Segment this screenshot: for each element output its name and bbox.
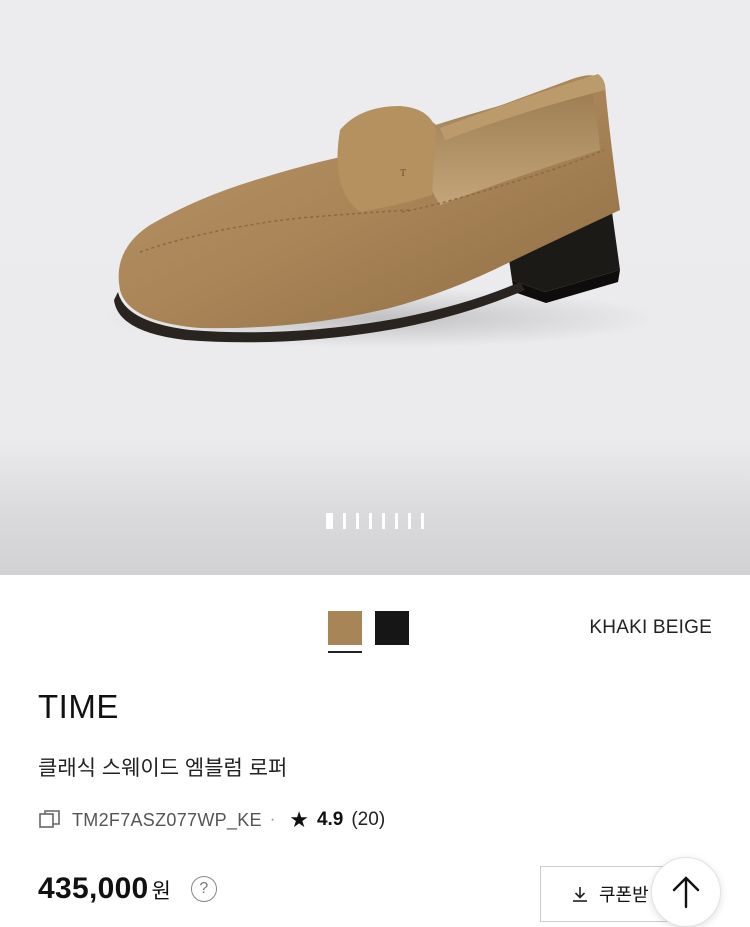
slide-dot[interactable] xyxy=(356,513,359,529)
rating-value[interactable]: 4.9 xyxy=(317,809,343,831)
price-row: 435,000 원 ? xyxy=(38,872,217,906)
color-swatch[interactable] xyxy=(328,611,362,653)
slide-dot[interactable] xyxy=(343,513,346,529)
price-currency: 원 xyxy=(151,880,171,903)
slide-dot[interactable] xyxy=(421,513,424,529)
product-title: 클래식 스웨이드 엠블럼 로퍼 xyxy=(38,757,288,780)
star-icon: ★ xyxy=(289,807,309,832)
brand-name[interactable]: TIME xyxy=(38,688,119,726)
svg-text:T: T xyxy=(400,168,406,179)
slide-dot[interactable] xyxy=(395,513,398,529)
separator: · xyxy=(269,811,276,828)
scroll-to-top-button[interactable] xyxy=(651,857,721,927)
price-amount: 435,000 xyxy=(38,872,149,905)
slide-dot[interactable] xyxy=(408,513,411,529)
color-swatch[interactable] xyxy=(375,611,409,645)
copy-icon[interactable] xyxy=(38,809,62,831)
product-code: TM2F7ASZ077WP_KE xyxy=(72,809,262,830)
review-count[interactable]: (20) xyxy=(351,809,385,831)
coupon-label: 쿠폰받 xyxy=(599,885,649,905)
help-icon[interactable]: ? xyxy=(190,876,217,902)
slide-indicator xyxy=(0,513,750,531)
arrow-up-icon xyxy=(672,876,700,909)
download-icon xyxy=(573,887,587,902)
product-image-gallery[interactable]: T xyxy=(0,0,750,575)
selected-color-label: KHAKI BEIGE xyxy=(589,617,712,638)
slide-dot[interactable] xyxy=(326,513,333,529)
slide-dot[interactable] xyxy=(382,513,385,529)
product-image: T xyxy=(100,74,660,348)
product-meta-row: TM2F7ASZ077WP_KE · ★ 4.9 (20) xyxy=(38,807,385,833)
slide-dot[interactable] xyxy=(369,513,372,529)
color-swatches xyxy=(328,611,409,653)
